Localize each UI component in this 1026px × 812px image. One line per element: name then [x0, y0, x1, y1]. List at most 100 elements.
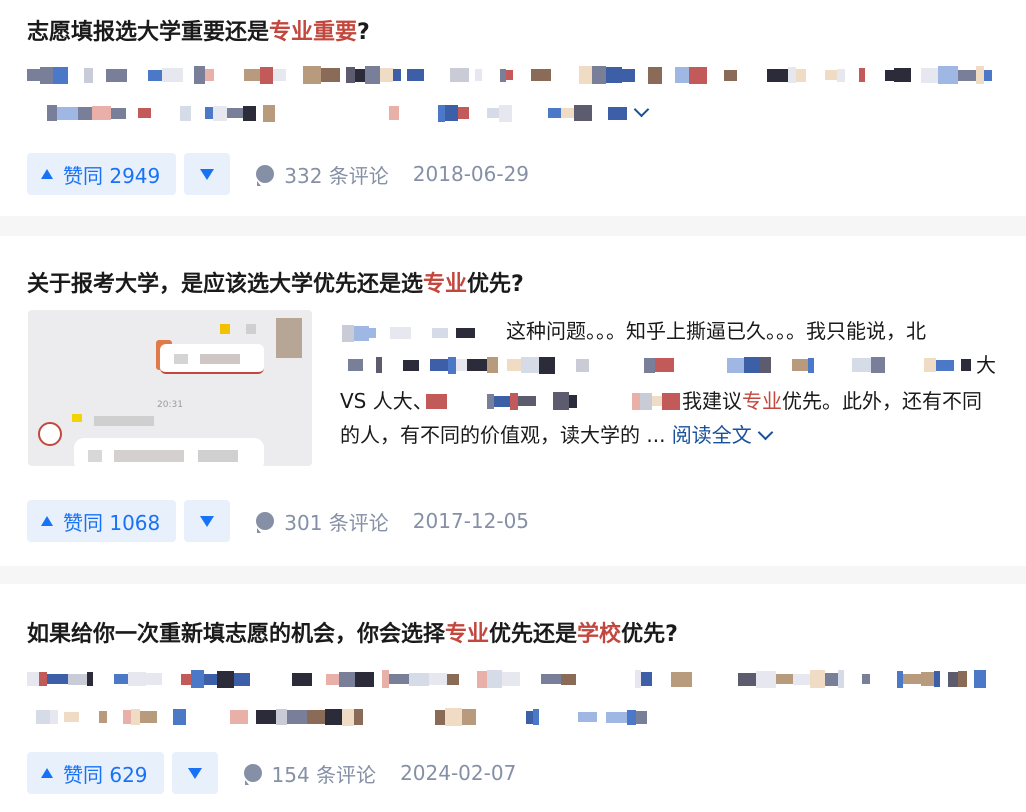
blur-pixel — [562, 69, 569, 81]
blur-pixel — [967, 673, 974, 685]
upvote-button[interactable]: 赞同 629 — [27, 752, 164, 794]
blur-pixel — [394, 708, 411, 726]
blur-pixel — [447, 395, 466, 407]
blur-pixel — [675, 67, 689, 83]
blur-pixel — [707, 68, 724, 82]
blur-pixel — [885, 356, 893, 374]
blur-pixel — [148, 69, 162, 81]
blur-pixel — [273, 69, 286, 81]
blur-pixel — [227, 108, 243, 118]
blur-pixel — [68, 673, 87, 685]
downvote-button[interactable] — [171, 752, 218, 794]
answer-card: 志愿填报选大学重要还是专业重要? 赞同 2949 332 条评论 2018-06… — [0, 0, 1026, 216]
comment-count: 301 条评论 — [284, 510, 389, 535]
blur-pixel — [205, 107, 213, 119]
blur-pixel — [256, 107, 263, 119]
blur-pixel — [354, 325, 369, 341]
blur-pixel — [911, 69, 921, 81]
blur-pixel — [767, 68, 788, 82]
question-title[interactable]: 如果给你一次重新填志愿的机会，你会选择专业优先还是学校优先? — [27, 620, 678, 650]
blur-pixel — [383, 711, 394, 723]
comment-button[interactable]: 332 条评论 — [256, 160, 389, 189]
vote-count: 赞同 1068 — [63, 510, 161, 535]
downvote-button[interactable] — [184, 153, 231, 195]
blur-pixel — [636, 357, 644, 373]
blur-pixel — [411, 325, 432, 341]
blur-pixel — [93, 70, 106, 80]
blur-pixel — [518, 396, 536, 406]
blur-pixel — [893, 359, 909, 371]
blur-pixel — [771, 360, 792, 370]
blur-pixel — [103, 671, 114, 687]
blur-pixel — [448, 325, 456, 341]
blur-pixel — [756, 670, 776, 688]
comment-bubble-icon — [243, 764, 262, 785]
blur-pixel — [521, 357, 539, 373]
blur-pixel — [727, 357, 744, 373]
blur-pixel — [737, 69, 753, 81]
blur-pixel — [539, 356, 555, 374]
blur-pixel — [592, 395, 607, 407]
blurred-excerpt — [27, 102, 627, 124]
blur-pixel — [243, 105, 256, 121]
blur-pixel — [435, 709, 445, 725]
blur-pixel — [27, 105, 47, 121]
blur-pixel — [432, 328, 448, 338]
blur-pixel — [93, 674, 103, 684]
blur-pixel — [57, 106, 78, 120]
blur-pixel — [793, 673, 810, 685]
blur-pixel — [622, 68, 635, 82]
read-more-link[interactable]: 阅读全文 — [672, 423, 774, 447]
chevron-down-icon[interactable] — [633, 101, 650, 118]
blur-pixel — [205, 69, 214, 81]
question-title[interactable]: 关于报考大学，是应该选大学优先还是选专业优先? — [27, 270, 524, 300]
blur-pixel — [445, 708, 462, 726]
comment-button[interactable]: 301 条评论 — [256, 507, 389, 536]
comment-bubble-icon — [256, 165, 275, 186]
answer-thumbnail[interactable]: 20:31 — [28, 310, 312, 466]
blur-pixel — [183, 67, 194, 83]
comment-count: 154 条评论 — [271, 762, 377, 787]
downvote-button[interactable] — [184, 500, 231, 542]
excerpt-line: 大 — [976, 353, 996, 377]
blurred-excerpt — [342, 322, 488, 344]
blur-pixel — [662, 66, 675, 84]
blur-pixel — [648, 66, 662, 84]
title-highlight: 专业 — [423, 272, 468, 297]
upvote-triangle-icon — [41, 516, 53, 526]
blur-pixel — [157, 708, 173, 726]
blur-pixel — [551, 66, 562, 84]
blur-pixel — [339, 671, 355, 687]
blur-pixel — [607, 360, 620, 370]
blur-pixel — [389, 674, 409, 684]
blur-pixel — [507, 359, 521, 371]
blur-pixel — [276, 709, 287, 725]
blur-pixel — [510, 392, 518, 410]
question-title[interactable]: 志愿填报选大学重要还是专业重要? — [27, 18, 370, 48]
blur-pixel — [424, 70, 443, 80]
blur-pixel — [445, 105, 458, 121]
blur-pixel — [114, 674, 128, 684]
blur-pixel — [597, 673, 604, 685]
blur-pixel — [430, 359, 448, 371]
upvote-triangle-icon — [41, 768, 53, 778]
blur-pixel — [569, 67, 579, 83]
upvote-button[interactable]: 赞同 1068 — [27, 500, 177, 542]
upvote-button[interactable]: 赞同 2949 — [27, 153, 177, 195]
blur-pixel — [411, 709, 428, 725]
title-highlight: 专业 — [445, 622, 490, 647]
blur-pixel — [599, 359, 607, 371]
thumb-avatar — [276, 318, 302, 358]
blur-pixel — [814, 359, 834, 371]
blur-pixel — [607, 393, 615, 409]
blur-pixel — [303, 66, 321, 84]
thumb-time: 20:31 — [157, 400, 183, 410]
blur-pixel — [84, 67, 93, 83]
blur-pixel — [825, 672, 838, 686]
blur-pixel — [390, 327, 411, 339]
blur-pixel — [111, 107, 126, 119]
comment-button[interactable]: 154 条评论 — [243, 759, 377, 788]
thumb-bubble — [74, 438, 264, 466]
blur-pixel — [475, 69, 482, 81]
blur-pixel — [885, 69, 894, 81]
